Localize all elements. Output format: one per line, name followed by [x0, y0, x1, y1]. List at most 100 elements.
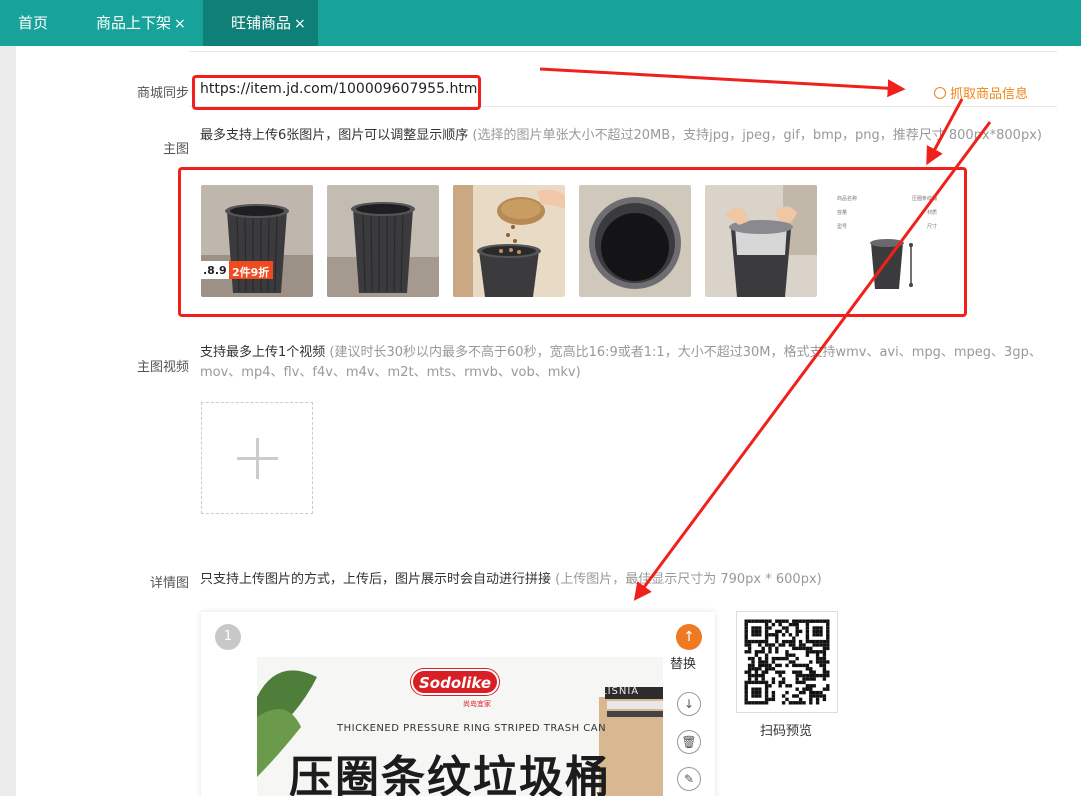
qr-module	[792, 646, 796, 651]
qr-module	[768, 643, 772, 647]
qr-module	[798, 646, 803, 651]
qr-module	[798, 663, 803, 668]
qr-module	[764, 643, 769, 647]
qr-module	[788, 684, 793, 688]
detail-image-card: 1 Sodolike 尚岛宜家 LISNIA THICKENED PRESSUR…	[201, 612, 715, 796]
qr-module	[792, 639, 796, 644]
qr-module	[812, 643, 816, 647]
qr-module	[795, 656, 799, 661]
qr-module	[798, 619, 803, 623]
qr-module	[802, 619, 806, 623]
qr-module	[826, 643, 830, 647]
qr-module	[798, 697, 803, 702]
qr-module	[822, 643, 827, 647]
replace-button[interactable]: ↑	[676, 624, 702, 650]
qr-module	[751, 690, 755, 695]
qr-module	[788, 660, 793, 664]
tab-home[interactable]: 首页	[18, 0, 48, 46]
qr-module	[754, 677, 759, 681]
qr-module	[744, 639, 748, 644]
qr-module	[768, 650, 772, 654]
qr-module	[822, 619, 827, 623]
qr-module	[826, 626, 830, 630]
qr-module	[795, 694, 799, 698]
qr-module	[802, 690, 806, 695]
qr-module	[819, 643, 823, 647]
qr-module	[764, 622, 769, 627]
qr-module	[768, 697, 772, 702]
qr-module	[805, 633, 810, 637]
qr-module	[754, 690, 759, 695]
qr-module	[805, 673, 810, 678]
qr-module	[775, 656, 779, 661]
qr-module	[819, 694, 823, 698]
qr-module	[775, 629, 779, 634]
qr-module	[744, 636, 748, 640]
qr-module	[751, 680, 755, 685]
upload-video-button[interactable]	[201, 402, 313, 514]
qr-module	[764, 653, 769, 657]
qr-module	[778, 643, 782, 647]
qr-module	[754, 639, 759, 644]
qr-module	[795, 673, 799, 678]
qr-module	[751, 667, 755, 671]
qr-module	[775, 650, 779, 654]
qr-module	[809, 701, 813, 705]
qr-module	[812, 690, 816, 695]
delete-button[interactable]: 🗑	[677, 730, 701, 754]
qr-module	[805, 650, 810, 654]
qr-module	[764, 619, 769, 623]
qr-module	[771, 633, 776, 637]
qr-module	[768, 619, 772, 623]
close-icon[interactable]: ×	[174, 16, 186, 32]
detail-image-poster[interactable]: Sodolike 尚岛宜家 LISNIA THICKENED PRESSURE …	[257, 657, 663, 796]
qr-module	[819, 629, 823, 634]
qr-module	[768, 646, 772, 651]
qr-module	[758, 639, 762, 644]
qr-module	[764, 663, 769, 668]
qr-module	[754, 633, 759, 637]
qr-module	[744, 701, 748, 705]
tab-product-shelf[interactable]: 商品上下架 ×	[96, 0, 186, 46]
qr-module	[771, 680, 776, 685]
qr-module	[802, 646, 806, 651]
qr-module	[798, 643, 803, 647]
qr-module	[798, 639, 803, 644]
qr-module	[751, 663, 755, 668]
qr-module	[758, 663, 762, 668]
qr-module	[805, 653, 810, 657]
qr-module	[744, 697, 748, 702]
edit-button[interactable]: ✎	[677, 767, 701, 791]
qr-module	[795, 629, 799, 634]
qr-module	[795, 663, 799, 668]
qr-module	[785, 650, 789, 654]
tab-shop-products[interactable]: 旺铺商品 ×	[203, 0, 318, 46]
qr-module	[761, 680, 765, 685]
qr-module	[826, 673, 830, 678]
fetch-product-info-link[interactable]: 抓取商品信息	[934, 83, 1028, 102]
qr-module	[764, 660, 769, 664]
qr-module	[798, 680, 803, 685]
qr-module	[747, 643, 752, 647]
qr-module	[795, 677, 799, 681]
move-down-button[interactable]: ↓	[677, 692, 701, 716]
qr-module	[809, 697, 813, 702]
product-edit-form: 商城同步 https://item.jd.com/100009607955.ht…	[16, 46, 1081, 796]
detail-image-label: 详情图	[149, 576, 189, 591]
qr-module	[764, 670, 769, 674]
qr-module	[751, 619, 755, 623]
qr-module	[758, 660, 762, 664]
qr-module	[809, 619, 813, 623]
qr-module	[809, 646, 813, 651]
qr-module	[826, 636, 830, 640]
qr-module	[785, 639, 789, 644]
arrow-down-icon: ↓	[683, 697, 695, 711]
qr-module	[809, 660, 813, 664]
qr-module	[764, 684, 769, 688]
qr-module	[754, 680, 759, 685]
qr-module	[781, 619, 786, 623]
close-icon[interactable]: ×	[294, 16, 306, 32]
qr-module	[778, 680, 782, 685]
qr-module	[758, 694, 762, 698]
qr-module	[815, 633, 820, 637]
